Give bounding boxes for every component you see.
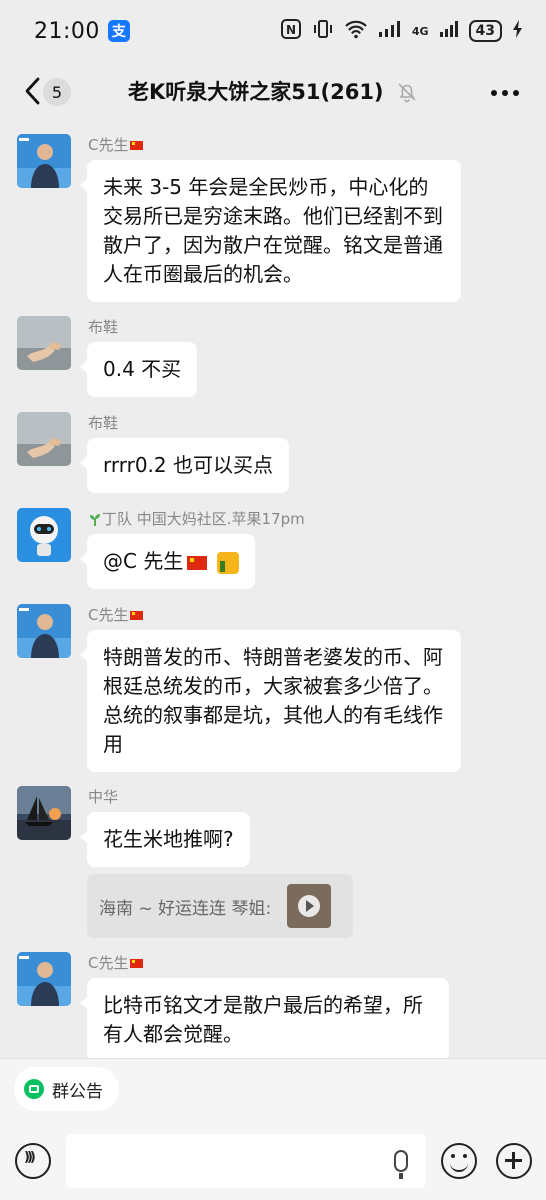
message-bubble[interactable]: 未来 3-5 年会是全民炒币，中心化的交易所已是穷途末路。他们已经割不到散户了，… xyxy=(80,160,461,302)
sender-name: 中华 xyxy=(88,788,119,806)
avatar[interactable] xyxy=(17,134,71,188)
status-icons: N 4G 43 xyxy=(280,18,524,44)
avatar[interactable] xyxy=(17,952,71,1006)
china-flag-icon xyxy=(130,611,144,620)
message-bubble[interactable]: rrrr0.2 也可以买点 xyxy=(80,438,289,493)
sender-name: 丁队 中国大妈社区.苹果17pm xyxy=(88,508,305,529)
video-thumbnail[interactable] xyxy=(287,884,332,928)
emoji-button[interactable] xyxy=(441,1143,477,1179)
status-time: 21:00 xyxy=(34,18,100,44)
sender-name: 布鞋 xyxy=(88,414,119,432)
play-icon xyxy=(298,895,321,917)
group-notice-button[interactable]: 群公告 xyxy=(14,1067,119,1111)
wifi-icon xyxy=(344,19,368,43)
vibrate-icon xyxy=(312,18,334,44)
alipay-notification-icon: 支 xyxy=(107,20,130,42)
quoted-text: 海南 ~ 好运连连 琴姐: xyxy=(99,898,272,919)
input-bar xyxy=(0,1116,546,1200)
announcement-icon xyxy=(24,1079,44,1099)
signal-icon-2 xyxy=(439,20,459,42)
signal-icon xyxy=(378,20,402,42)
sender-name: 布鞋 xyxy=(88,318,119,336)
avatar[interactable] xyxy=(17,316,71,370)
more-options-button[interactable] xyxy=(490,76,520,104)
unread-count-badge: 5 xyxy=(43,78,71,106)
sender-name: C先生 xyxy=(88,952,144,973)
more-actions-button[interactable] xyxy=(496,1143,532,1179)
network-type-label: 4G xyxy=(411,24,429,38)
china-flag-icon xyxy=(130,959,144,968)
sender-name: C先生 xyxy=(88,134,144,155)
nfc-icon: N xyxy=(280,18,302,44)
voice-input-button[interactable] xyxy=(15,1143,51,1179)
message-input[interactable] xyxy=(66,1134,426,1188)
avatar[interactable] xyxy=(17,508,71,562)
charging-icon xyxy=(512,19,524,43)
status-bar: 21:00 支 N 4G 43 xyxy=(0,0,546,62)
avatar[interactable] xyxy=(17,412,71,466)
mute-bell-icon xyxy=(396,81,418,103)
china-flag-icon xyxy=(130,141,144,150)
more-dots-icon xyxy=(491,90,519,96)
china-flag-icon xyxy=(187,555,208,570)
quoted-message[interactable]: 海南 ~ 好运连连 琴姐: xyxy=(87,874,353,938)
sender-name: C先生 xyxy=(88,604,144,625)
notice-bar: 群公告 xyxy=(0,1058,546,1116)
message-bubble[interactable]: 特朗普发的币、特朗普老婆发的币、阿根廷总统发的币，大家被套多少倍了。总统的叙事都… xyxy=(80,630,461,772)
avatar[interactable] xyxy=(17,786,71,840)
avatar[interactable] xyxy=(17,604,71,658)
sprout-icon xyxy=(90,513,100,526)
message-bubble[interactable]: 花生米地推啊? xyxy=(80,812,250,867)
thumbs-up-icon xyxy=(217,551,240,574)
microphone-icon[interactable] xyxy=(394,1150,408,1172)
microphone-stand xyxy=(399,1173,403,1179)
message-bubble[interactable]: 0.4 不买 xyxy=(79,342,198,397)
group-notice-label: 群公告 xyxy=(52,1081,103,1102)
chat-title: 老K听泉大饼之家51(261) xyxy=(128,80,384,104)
chat-header: 5 老K听泉大饼之家51(261) xyxy=(0,62,546,120)
svg-text:N: N xyxy=(286,23,296,37)
message-list[interactable]: C先生 未来 3-5 年会是全民炒币，中心化的交易所已是穷途末路。他们已经割不到… xyxy=(0,120,546,1058)
chevron-left-icon xyxy=(25,77,40,105)
message-bubble[interactable]: 比特币铭文才是散户最后的希望，所有人都会觉醒。 xyxy=(80,978,449,1058)
message-bubble[interactable]: @C 先生 xyxy=(79,534,256,589)
battery-indicator: 43 xyxy=(468,20,502,42)
